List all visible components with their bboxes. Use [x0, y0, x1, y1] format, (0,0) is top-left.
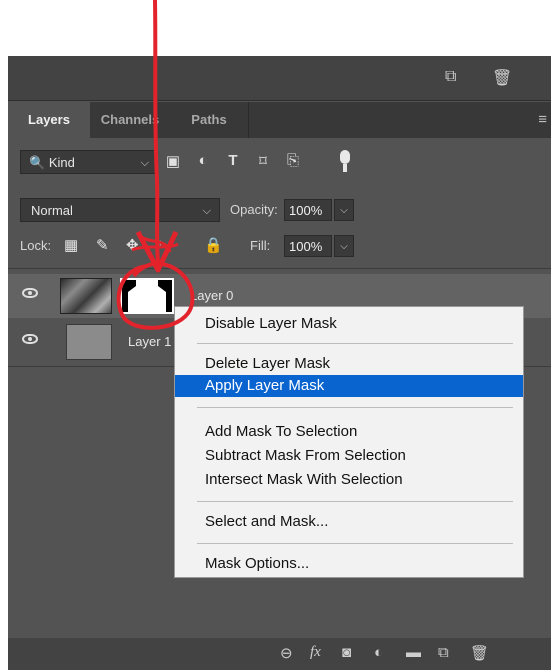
opacity-field[interactable]: 100% [284, 199, 332, 221]
menu-separator [197, 501, 513, 502]
panel-bottom-bar: ⊖ fx ◙ ◐ ▬ ⧉ 🗑 [8, 638, 551, 670]
menu-item-mask-options[interactable]: Mask Options... [175, 553, 523, 575]
menu-item-add-mask-to-selection[interactable]: Add Mask To Selection [175, 421, 523, 443]
adjustment-layer-icon[interactable]: ◐ [374, 644, 383, 661]
divider [8, 268, 551, 269]
layer-thumbnail[interactable] [66, 324, 112, 360]
tab-layers[interactable]: Layers [8, 102, 90, 138]
blend-row: Normal ⌵ Opacity: 100% ⌵ [8, 196, 551, 226]
folder-icon[interactable]: ▬ [406, 644, 421, 661]
panel-top-strip: ⧉ 🗑 [8, 56, 551, 101]
fill-field[interactable]: 100% [284, 235, 332, 257]
smart-object-filter-icon[interactable]: ⎘ [282, 152, 304, 169]
blend-mode-select[interactable]: Normal ⌵ [20, 198, 220, 222]
menu-item-apply-layer-mask[interactable]: Apply Layer Mask [175, 375, 523, 397]
chevron-down-icon: ⌵ [202, 205, 211, 217]
filter-row: 🔍 Kind ⌵ ▣ ◐ T ⌑ ⎘ [8, 148, 551, 178]
link-icon[interactable]: ⊖ [280, 644, 293, 662]
menu-item-subtract-mask-from-selection[interactable]: Subtract Mask From Selection [175, 445, 523, 467]
trash-icon[interactable]: 🗑 [492, 68, 512, 88]
lock-row: Lock: ▦ ✎ ✥ ⌗ 🔒 Fill: 100% ⌵ [8, 232, 551, 262]
type-filter-icon[interactable]: T [222, 152, 244, 169]
trash-icon[interactable]: 🗑 [470, 644, 489, 662]
lock-artboard-icon[interactable]: ⌗ [154, 236, 162, 253]
layer-name[interactable]: Layer 1 [128, 334, 171, 349]
panel-menu-icon[interactable]: ≡ [538, 111, 547, 128]
kind-filter-select[interactable]: 🔍 Kind ⌵ [20, 150, 156, 174]
filter-toggle-icon[interactable] [340, 150, 350, 172]
new-layer-icon[interactable]: ⧉ [445, 68, 456, 86]
fill-dropdown-icon[interactable]: ⌵ [334, 235, 354, 257]
lock-position-icon[interactable]: ✥ [126, 236, 139, 254]
menu-item-delete-layer-mask[interactable]: Delete Layer Mask [175, 353, 523, 375]
tab-paths[interactable]: Paths [170, 102, 249, 138]
tab-channels[interactable]: Channels [90, 102, 170, 138]
layer-thumbnail[interactable] [60, 278, 112, 314]
new-layer-icon[interactable]: ⧉ [438, 644, 449, 661]
fx-icon[interactable]: fx [310, 644, 321, 661]
menu-item-select-and-mask[interactable]: Select and Mask... [175, 511, 523, 533]
lock-image-pixels-icon[interactable]: ✎ [96, 236, 109, 254]
menu-item-intersect-mask-with-selection[interactable]: Intersect Mask With Selection [175, 469, 523, 491]
chevron-down-icon: ⌵ [140, 157, 149, 169]
opacity-label: Opacity: [230, 202, 278, 217]
shape-filter-icon[interactable]: ⌑ [252, 152, 274, 170]
lock-all-icon[interactable]: 🔒 [204, 236, 223, 254]
fill-label: Fill: [250, 238, 271, 253]
layer-mask-thumbnail[interactable] [120, 278, 174, 314]
menu-separator [197, 407, 513, 408]
opacity-dropdown-icon[interactable]: ⌵ [334, 199, 354, 221]
menu-separator [197, 343, 513, 344]
search-icon: 🔍 [29, 155, 46, 170]
layer-name[interactable]: Layer 0 [190, 288, 233, 303]
blend-mode-value: Normal [31, 203, 73, 218]
add-mask-icon[interactable]: ◙ [342, 644, 351, 661]
image-filter-icon[interactable]: ▣ [162, 152, 184, 170]
menu-item-disable-layer-mask[interactable]: Disable Layer Mask [175, 313, 523, 335]
panel-tabs: Layers Channels Paths ≡ [8, 102, 551, 138]
visibility-eye-icon[interactable] [22, 334, 38, 344]
adjustment-filter-icon[interactable]: ◐ [192, 152, 214, 169]
menu-separator [197, 543, 513, 544]
lock-transparent-pixels-icon[interactable]: ▦ [64, 236, 78, 254]
visibility-eye-icon[interactable] [22, 288, 38, 298]
kind-filter-label: Kind [48, 155, 75, 170]
mask-shape [122, 280, 172, 312]
layer-mask-context-menu: Disable Layer Mask Delete Layer Mask App… [174, 306, 524, 578]
lock-label: Lock: [20, 238, 52, 253]
